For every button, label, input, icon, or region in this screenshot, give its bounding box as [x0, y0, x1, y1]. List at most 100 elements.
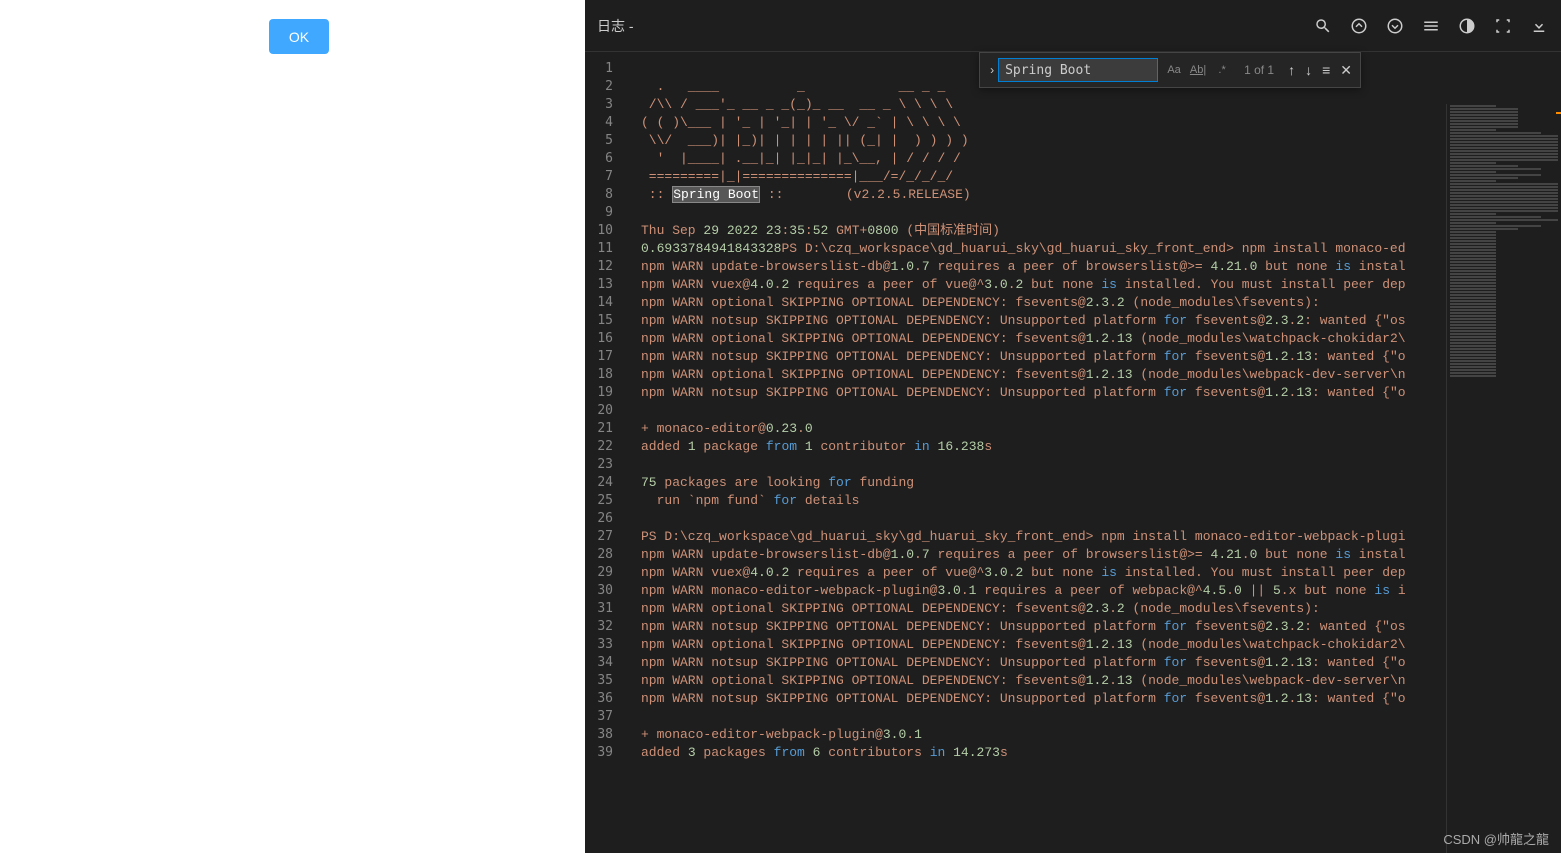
find-close-icon[interactable]: ✕ [1338, 62, 1354, 79]
minimap-line [1450, 225, 1541, 227]
line-number: 7 [585, 168, 633, 186]
minimap-line [1450, 192, 1558, 194]
minimap-line [1450, 246, 1496, 248]
minimap-line [1450, 240, 1496, 242]
line-number: 38 [585, 726, 633, 744]
line-number: 9 [585, 204, 633, 222]
code-line: + monaco-editor@0.23.0 [633, 420, 1561, 438]
line-number: 20 [585, 402, 633, 420]
line-number: 27 [585, 528, 633, 546]
minimap-line [1450, 165, 1518, 167]
code-line: 0.6933784941843328PS D:\czq_workspace\gd… [633, 240, 1561, 258]
line-number: 13 [585, 276, 633, 294]
find-select-icon[interactable]: ≡ [1320, 62, 1332, 78]
code-line: npm WARN update-browserslist-db@1.0.7 re… [633, 546, 1561, 564]
code-line: npm WARN notsup SKIPPING OPTIONAL DEPEND… [633, 312, 1561, 330]
line-number: 16 [585, 330, 633, 348]
find-regex-icon[interactable]: .* [1212, 60, 1232, 80]
code-line [633, 708, 1561, 726]
minimap-line [1450, 312, 1496, 314]
minimap-line [1450, 126, 1518, 128]
minimap-line [1450, 180, 1496, 182]
minimap-line [1450, 201, 1558, 203]
ok-button[interactable]: OK [269, 19, 329, 54]
minimap-line [1450, 264, 1496, 266]
code-line: npm WARN vuex@4.0.2 requires a peer of v… [633, 276, 1561, 294]
code-line: + monaco-editor-webpack-plugin@3.0.1 [633, 726, 1561, 744]
code-line: PS D:\czq_workspace\gd_huarui_sky\gd_hua… [633, 528, 1561, 546]
theme-icon[interactable] [1457, 16, 1477, 36]
minimap-line [1450, 123, 1518, 125]
minimap-line [1450, 114, 1518, 116]
minimap-line [1450, 261, 1496, 263]
line-number: 39 [585, 744, 633, 762]
find-case-icon[interactable]: Aa [1164, 60, 1184, 80]
line-gutter: 1234567891011121314151617181920212223242… [585, 52, 633, 853]
line-number: 6 [585, 150, 633, 168]
line-number: 4 [585, 114, 633, 132]
find-word-icon[interactable]: Ab| [1188, 60, 1208, 80]
line-number: 10 [585, 222, 633, 240]
minimap-line [1450, 111, 1518, 113]
minimap-line [1450, 231, 1496, 233]
minimap-line [1450, 252, 1496, 254]
minimap-line [1450, 282, 1496, 284]
minimap-line [1450, 348, 1496, 350]
minimap[interactable] [1446, 104, 1561, 853]
code-area[interactable]: . ____ _ __ _ _ /\\ / ___'_ __ _ _(_)_ _… [633, 52, 1561, 853]
code-line [633, 510, 1561, 528]
download-icon[interactable] [1529, 16, 1549, 36]
minimap-highlight [1556, 112, 1561, 114]
minimap-line [1450, 273, 1496, 275]
code-line: npm WARN vuex@4.0.2 requires a peer of v… [633, 564, 1561, 582]
minimap-line [1450, 105, 1496, 107]
scroll-up-icon[interactable] [1349, 16, 1369, 36]
code-line: run `npm fund` for details [633, 492, 1561, 510]
minimap-line [1450, 375, 1496, 377]
code-line [633, 204, 1561, 222]
find-expand-icon[interactable]: › [986, 63, 998, 77]
code-line: ( ( )\___ | '_ | '_| | '_ \/ _` | \ \ \ … [633, 114, 1561, 132]
line-number: 30 [585, 582, 633, 600]
minimap-line [1450, 360, 1496, 362]
code-line: added 1 package from 1 contributor in 16… [633, 438, 1561, 456]
minimap-line [1450, 168, 1541, 170]
code-line [633, 402, 1561, 420]
line-number: 28 [585, 546, 633, 564]
menu-icon[interactable] [1421, 16, 1441, 36]
minimap-line [1450, 222, 1496, 224]
minimap-line [1450, 300, 1496, 302]
minimap-line [1450, 369, 1496, 371]
code-line: npm WARN optional SKIPPING OPTIONAL DEPE… [633, 636, 1561, 654]
minimap-line [1450, 288, 1496, 290]
line-number: 34 [585, 654, 633, 672]
find-next-icon[interactable]: ↓ [1303, 62, 1314, 78]
toolbar-icons [1313, 16, 1549, 36]
minimap-line [1450, 366, 1496, 368]
minimap-line [1450, 330, 1496, 332]
minimap-line [1450, 303, 1496, 305]
minimap-line [1450, 306, 1496, 308]
code-line: npm WARN notsup SKIPPING OPTIONAL DEPEND… [633, 384, 1561, 402]
search-icon[interactable] [1313, 16, 1333, 36]
minimap-line [1450, 249, 1496, 251]
fullscreen-icon[interactable] [1493, 16, 1513, 36]
minimap-line [1450, 372, 1496, 374]
minimap-line [1450, 237, 1496, 239]
minimap-line [1450, 234, 1496, 236]
find-input[interactable] [998, 58, 1158, 82]
line-number: 12 [585, 258, 633, 276]
minimap-line [1450, 219, 1558, 221]
minimap-line [1450, 228, 1518, 230]
minimap-line [1450, 270, 1496, 272]
line-number: 17 [585, 348, 633, 366]
panel-title: 日志 - [597, 16, 1313, 36]
minimap-line [1450, 324, 1496, 326]
find-prev-icon[interactable]: ↑ [1286, 62, 1297, 78]
minimap-line [1450, 309, 1496, 311]
line-number: 19 [585, 384, 633, 402]
code-line: npm WARN notsup SKIPPING OPTIONAL DEPEND… [633, 654, 1561, 672]
scroll-down-icon[interactable] [1385, 16, 1405, 36]
line-number: 18 [585, 366, 633, 384]
code-line: npm WARN notsup SKIPPING OPTIONAL DEPEND… [633, 618, 1561, 636]
